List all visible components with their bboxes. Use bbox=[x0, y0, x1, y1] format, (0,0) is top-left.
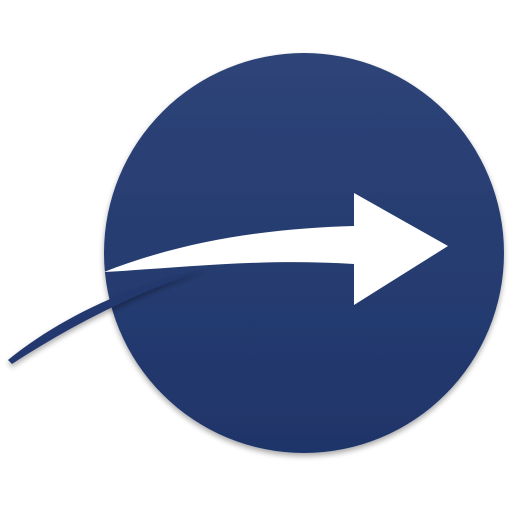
app-icon bbox=[0, 0, 512, 512]
arrow-circle-logo-icon bbox=[8, 53, 504, 453]
